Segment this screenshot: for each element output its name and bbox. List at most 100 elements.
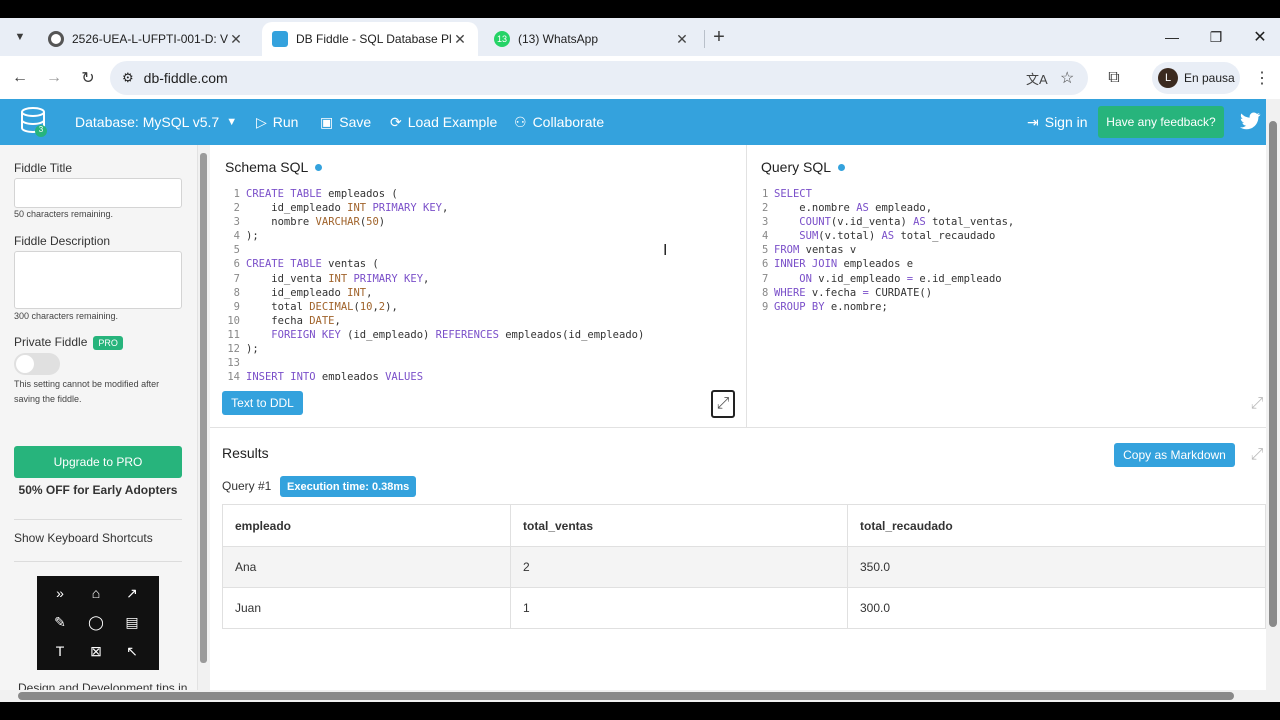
code-line: 12);: [227, 343, 259, 356]
browser-tab-2[interactable]: DB Fiddle - SQL Database Playg ✕: [262, 22, 478, 56]
lasso-icon[interactable]: ◯: [84, 611, 108, 633]
line-tool-icon[interactable]: ↖: [120, 640, 144, 662]
collaborate-button[interactable]: ⚇ Collaborate: [514, 110, 604, 134]
reload-icon[interactable]: ↻: [74, 64, 102, 92]
image-tool-icon[interactable]: ⊠: [84, 640, 108, 662]
table-cell: Juan: [222, 587, 511, 629]
schema-editor[interactable]: 1 CREATE TABLE empleados ( 2 id_empleado …: [226, 187, 742, 380]
expand-query-icon[interactable]: ⤢: [1246, 393, 1268, 415]
table-cell: 300.0: [847, 587, 1266, 629]
load-example-button[interactable]: ⟳ Load Example: [390, 110, 497, 134]
results-table: empleado total_ventas total_recaudado An…: [222, 504, 1266, 629]
private-fiddle-toggle[interactable]: [14, 353, 60, 375]
description-remaining: 300 characters remaining.: [14, 311, 119, 321]
browser-tab-1[interactable]: 2526-UEA-L-UFPTI-001-D: Vide ✕: [38, 22, 254, 56]
text-to-ddl-button[interactable]: Text to DDL: [222, 391, 303, 415]
app-header: 3 Database: MySQL v5.7 ▼ ▷ Run ▣ Save ⟳ …: [0, 99, 1266, 145]
code-line: 3 COUNT(v.id_venta) AS total_ventas,: [762, 216, 1015, 229]
profile-avatar: L: [1158, 68, 1178, 88]
close-tab-icon[interactable]: ✕: [228, 31, 244, 48]
vertical-scroll-thumb[interactable]: [1269, 121, 1277, 627]
minimize-icon[interactable]: —: [1150, 18, 1194, 56]
sign-in-label: Sign in: [1044, 114, 1088, 130]
code-line: 5 FROM ventas v: [762, 244, 857, 257]
address-bar[interactable]: ⚙ db-fiddle.com 文A ☆: [110, 61, 1088, 95]
restore-icon[interactable]: ❐: [1194, 18, 1238, 56]
save-button[interactable]: ▣ Save: [320, 110, 371, 134]
translate-icon[interactable]: 文A: [1026, 69, 1048, 88]
browser-tabstrip: ▼ 2526-UEA-L-UFPTI-001-D: Vide ✕ DB Fidd…: [0, 18, 1280, 56]
fiddle-title-input[interactable]: [14, 178, 182, 208]
save-label: Save: [339, 114, 372, 130]
profile-status: En pausa: [1184, 71, 1235, 85]
db-fiddle-logo-icon[interactable]: 3: [20, 106, 48, 138]
pen-icon[interactable]: ✎: [48, 611, 72, 633]
sidebar-divider: [14, 561, 182, 562]
database-favicon-icon: [272, 31, 288, 47]
sticky-note-icon[interactable]: ▤: [120, 611, 144, 633]
keyboard-shortcuts-link[interactable]: Show Keyboard Shortcuts: [14, 531, 153, 545]
table-row: Juan 1 300.0: [222, 587, 1266, 629]
drawing-tool-palette: » ⌂ ↗ ✎ ◯ ▤ T ⊠ ↖: [37, 576, 159, 670]
code-line: 8 WHERE v.fecha = CURDATE(): [762, 286, 933, 299]
code-line: 1 CREATE TABLE empleados (: [233, 188, 398, 200]
execution-time-badge: Execution time: 0.38ms: [280, 476, 417, 497]
private-note-line-2: saving the fiddle.: [14, 394, 82, 404]
expand-schema-icon[interactable]: ⤢: [711, 390, 735, 418]
new-tab-plus-icon[interactable]: +: [705, 23, 733, 51]
forward-arrow-icon[interactable]: →: [40, 64, 68, 92]
close-tab-icon[interactable]: ✕: [452, 31, 468, 48]
table-cell: Ana: [222, 546, 511, 588]
copy-as-markdown-button[interactable]: Copy as Markdown: [1114, 443, 1235, 467]
code-line: 11 FOREIGN KEY (id_empleado) REFERENCES …: [227, 328, 645, 341]
close-window-icon[interactable]: ✕: [1238, 18, 1280, 56]
page-vertical-scrollbar[interactable]: [1266, 99, 1280, 690]
run-button[interactable]: ▷ Run: [256, 110, 298, 134]
pro-badge: PRO: [93, 335, 123, 350]
code-line: 7 ON v.id_empleado = e.id_empleado: [762, 272, 1002, 285]
site-settings-icon[interactable]: ⚙: [122, 70, 134, 86]
close-tab-icon[interactable]: ✕: [674, 31, 690, 48]
upgrade-to-pro-button[interactable]: Upgrade to PRO: [14, 446, 182, 478]
fiddle-title-label: Fiddle Title: [14, 161, 73, 175]
browser-menu-icon[interactable]: ⋮: [1248, 64, 1276, 92]
feedback-button[interactable]: Have any feedback?: [1098, 106, 1224, 138]
database-label: Database: MySQL v5.7: [75, 114, 220, 130]
column-header: total_ventas: [510, 504, 848, 547]
twitter-icon[interactable]: [1238, 109, 1262, 133]
query-title: Query SQL: [761, 159, 846, 175]
code-line: 8 id_empleado INT,: [233, 286, 373, 299]
profile-chip[interactable]: L En pausa: [1152, 62, 1240, 94]
text-cursor-icon: I: [663, 242, 668, 259]
table-cell: 2: [510, 546, 848, 588]
tab-search-chevron-icon[interactable]: ▼: [6, 23, 34, 51]
code-line: 13: [227, 357, 240, 370]
code-line: 4 SUM(v.total) AS total_recaudado: [762, 230, 996, 243]
page-horizontal-scrollbar[interactable]: [0, 690, 1280, 702]
pane-divider: [746, 145, 747, 427]
bookmark-star-icon[interactable]: ☆: [1060, 68, 1074, 88]
back-arrow-icon[interactable]: ←: [6, 64, 34, 92]
url-text: db-fiddle.com: [143, 70, 228, 86]
sidebar-scrollbar[interactable]: [198, 145, 210, 690]
sidebar-scroll-thumb[interactable]: [200, 153, 207, 663]
code-line: 1 SELECT: [762, 188, 812, 200]
database-select[interactable]: Database: MySQL v5.7 ▼: [75, 110, 237, 134]
expand-chevrons-icon[interactable]: »: [48, 582, 72, 604]
expand-results-icon[interactable]: ⤢: [1246, 444, 1268, 466]
query-editor[interactable]: 1 SELECT 2 e.nombre AS empleado, 3 COUNT(…: [762, 187, 1258, 387]
home-icon[interactable]: ⌂: [84, 582, 108, 604]
collaborate-label: Collaborate: [532, 114, 605, 130]
sign-in-button[interactable]: ⇥ Sign in: [1027, 110, 1088, 134]
pointer-icon[interactable]: ↗: [120, 582, 144, 604]
sign-in-icon: ⇥: [1027, 113, 1039, 130]
toggle-knob: [16, 355, 34, 373]
text-tool-icon[interactable]: T: [48, 640, 72, 662]
horizontal-scroll-thumb[interactable]: [18, 692, 1234, 700]
browser-tab-3[interactable]: 13 (13) WhatsApp ✕: [484, 22, 700, 56]
private-fiddle-text: Private Fiddle: [14, 335, 88, 349]
early-adopters-offer: 50% OFF for Early Adopters: [18, 483, 178, 497]
extensions-puzzle-icon[interactable]: ⧉: [1100, 64, 1128, 92]
fiddle-description-input[interactable]: [14, 251, 182, 309]
tab-title: DB Fiddle - SQL Database Playg: [296, 32, 452, 46]
